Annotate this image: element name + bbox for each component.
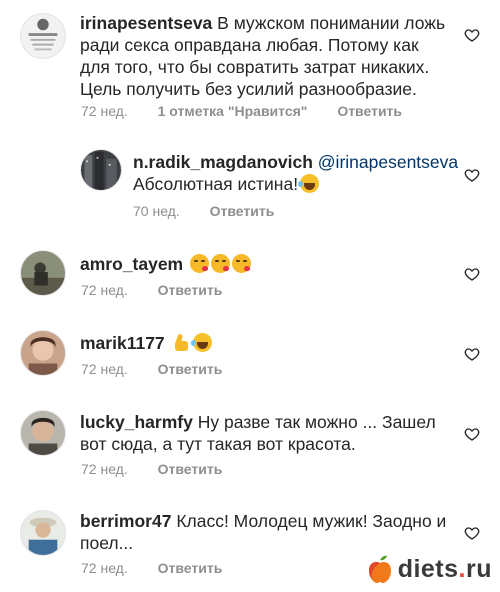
apple-icon: [368, 555, 391, 583]
comment-meta: 72 нед. Ответить: [81, 360, 222, 378]
avatar[interactable]: [20, 510, 66, 556]
kiss-emoji-icon: [232, 254, 251, 273]
laughing-emoji-icon: [298, 174, 320, 193]
avatar[interactable]: [80, 149, 122, 191]
reply-button[interactable]: Ответить: [210, 202, 275, 220]
reply-button[interactable]: Ответить: [158, 460, 223, 478]
watermark-dot: .: [458, 554, 466, 583]
comment-time[interactable]: 70 нед.: [133, 202, 180, 220]
comment-meta: 72 нед. 1 отметка "Нравится" Ответить: [81, 102, 402, 120]
watermark-logo: diets.ru: [366, 552, 492, 586]
comment-time[interactable]: 72 нед.: [81, 281, 128, 299]
comment-text: lucky_harmfy Ну разве так можно ... Заше…: [80, 411, 450, 455]
laughing-emoji-icon: [190, 333, 212, 352]
comment-time[interactable]: 72 нед.: [81, 102, 128, 120]
thumbs-up-emoji-icon: [172, 333, 191, 352]
watermark-name: diets: [397, 554, 459, 583]
comment-username[interactable]: n.radik_magdanovich: [133, 152, 313, 172]
comment-item: amro_tayem 72 нед. Ответить: [0, 238, 500, 318]
comment-text: irinapesentseva В мужском понимании ложь…: [80, 12, 450, 100]
comment-username[interactable]: irinapesentseva: [80, 13, 212, 33]
heart-outline-icon[interactable]: [464, 525, 480, 541]
comment-time[interactable]: 72 нед.: [81, 559, 128, 577]
comment-text: amro_tayem: [80, 253, 450, 275]
comment-body: Абсолютная истина!: [133, 174, 299, 194]
comment-item: lucky_harmfy Ну разве так можно ... Заше…: [0, 398, 500, 498]
heart-outline-icon[interactable]: [464, 426, 480, 442]
kiss-emoji-icon: [211, 254, 230, 273]
reply-button[interactable]: Ответить: [337, 102, 402, 120]
avatar[interactable]: [20, 250, 66, 296]
comment-meta: 70 нед. Ответить: [133, 202, 274, 220]
comment-meta: 72 нед. Ответить: [81, 559, 222, 577]
comment-text: berrimor47 Класс! Молодец мужик! Заодно …: [80, 510, 450, 554]
comment-text: n.radik_magdanovich @irinapesentseva Абс…: [133, 151, 463, 195]
heart-outline-icon[interactable]: [464, 27, 480, 43]
heart-outline-icon[interactable]: [464, 266, 480, 282]
kiss-emoji-icon: [190, 254, 209, 273]
comment-username[interactable]: lucky_harmfy: [80, 412, 193, 432]
avatar[interactable]: [20, 330, 66, 376]
comment-meta: 72 нед. Ответить: [81, 460, 222, 478]
watermark-tld: ru: [466, 554, 492, 583]
reply-button[interactable]: Ответить: [158, 559, 223, 577]
comment-item: marik1177 72 нед. Ответить: [0, 318, 500, 398]
comment-time[interactable]: 72 нед.: [81, 360, 128, 378]
comment-username[interactable]: marik1177: [80, 333, 165, 353]
comment-username[interactable]: amro_tayem: [80, 254, 183, 274]
heart-outline-icon[interactable]: [464, 346, 480, 362]
comment-reply-item: n.radik_magdanovich @irinapesentseva Абс…: [0, 140, 500, 230]
comment-meta: 72 нед. Ответить: [81, 281, 222, 299]
comment-likes-count[interactable]: 1 отметка "Нравится": [158, 102, 308, 120]
avatar[interactable]: [20, 410, 66, 456]
comment-text: marik1177: [80, 332, 450, 354]
comment-item: irinapesentseva В мужском понимании ложь…: [0, 0, 500, 140]
reply-button[interactable]: Ответить: [158, 360, 223, 378]
heart-outline-icon[interactable]: [464, 167, 480, 183]
watermark-text: diets.ru: [398, 555, 492, 584]
comment-username[interactable]: berrimor47: [80, 511, 171, 531]
avatar[interactable]: [20, 13, 66, 59]
comment-time[interactable]: 72 нед.: [81, 460, 128, 478]
reply-button[interactable]: Ответить: [158, 281, 223, 299]
mention-link[interactable]: @irinapesentseva: [318, 152, 458, 172]
